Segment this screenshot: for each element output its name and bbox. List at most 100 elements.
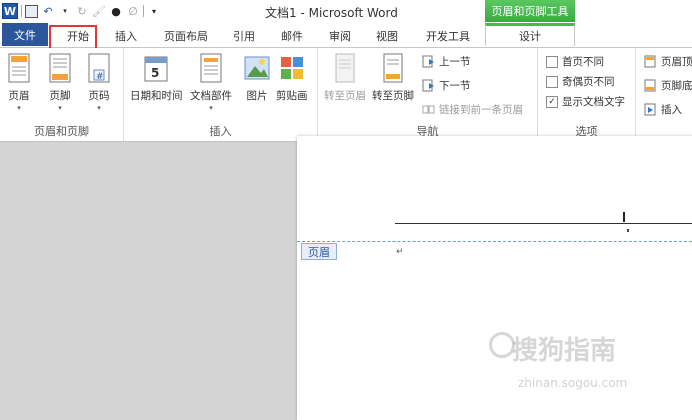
- group-header-footer: 页眉 ▾ 页脚 ▾ # 页码 ▾ 页眉和页脚: [0, 48, 124, 141]
- checkbox-box[interactable]: [546, 55, 558, 68]
- ink-icon[interactable]: ∅: [126, 4, 140, 18]
- ribbon: 页眉 ▾ 页脚 ▾ # 页码 ▾ 页眉和页脚 5 日期和时间 文档部件 ▾ 图片…: [0, 48, 692, 142]
- quickparts-button[interactable]: 文档部件 ▾: [190, 52, 232, 112]
- odd-even-checkbox[interactable]: 奇偶页不同: [546, 74, 615, 89]
- redo-icon[interactable]: ↻: [75, 4, 89, 18]
- goto-footer-button[interactable]: 转至页脚: [372, 52, 414, 103]
- next-section-icon: [422, 79, 435, 92]
- customize-qat-icon[interactable]: ▾: [147, 4, 161, 18]
- page-number-label: 页码: [88, 90, 110, 102]
- link-previous-label: 链接到前一条页眉: [439, 104, 523, 116]
- tab-references[interactable]: 引用: [228, 25, 260, 46]
- clipart-label: 剪贴画: [276, 90, 308, 102]
- group-label: 页眉和页脚: [34, 125, 89, 138]
- different-first-page-label: 首页不同: [562, 56, 604, 68]
- goto-header-button[interactable]: 转至页眉: [324, 52, 366, 103]
- tab-insert[interactable]: 插入: [108, 25, 144, 46]
- checkbox-checked[interactable]: ✓: [546, 95, 558, 108]
- clipart-button[interactable]: 剪贴画: [276, 52, 308, 103]
- group-insert: 5 日期和时间 文档部件 ▾ 图片 剪贴画 插入: [124, 48, 318, 141]
- page-number-button[interactable]: # 页码 ▾: [86, 52, 112, 112]
- checkbox-box[interactable]: [546, 75, 558, 88]
- header-button[interactable]: 页眉 ▾: [6, 52, 32, 112]
- divider: [21, 5, 22, 17]
- calendar-icon: 5: [143, 52, 169, 84]
- text-cursor: [623, 212, 625, 222]
- save-icon[interactable]: [25, 4, 38, 18]
- picture-label: 图片: [246, 90, 268, 102]
- insert-alignment-label: 插入: [661, 104, 682, 116]
- next-section-label: 下一节: [439, 80, 471, 92]
- chevron-down-icon: ▾: [209, 104, 213, 112]
- show-document-text-checkbox[interactable]: ✓ 显示文档文字: [546, 94, 625, 109]
- odd-even-label: 奇偶页不同: [562, 76, 615, 88]
- svg-text:#: #: [96, 72, 104, 82]
- picture-icon: [244, 52, 270, 84]
- header-label: 页眉: [8, 90, 30, 102]
- insert-alignment-button[interactable]: 插入: [644, 102, 682, 117]
- quick-access-toolbar: W ↶ ▾ ↻ 🖌 ● ∅ ▾: [2, 3, 161, 19]
- prev-section-label: 上一节: [439, 56, 471, 68]
- context-tab-title: 页眉和页脚工具: [485, 0, 575, 22]
- header-tag: 页眉: [301, 243, 337, 260]
- color-picker-icon[interactable]: ●: [109, 4, 123, 18]
- prev-section-icon: [422, 55, 435, 68]
- different-first-page-checkbox[interactable]: 首页不同: [546, 54, 604, 69]
- quickparts-icon: [198, 52, 224, 84]
- footer-button[interactable]: 页脚 ▾: [47, 52, 73, 112]
- group-position: 页眉顶 页脚底 插入: [636, 48, 692, 141]
- link-previous-button[interactable]: 链接到前一条页眉: [422, 102, 523, 117]
- show-document-text-label: 显示文档文字: [562, 96, 625, 108]
- tab-file[interactable]: 文件: [2, 23, 48, 46]
- page-number-icon: #: [86, 52, 112, 84]
- header-rule: [395, 223, 692, 224]
- goto-footer-label: 转至页脚: [372, 90, 414, 102]
- datetime-label: 日期和时间: [130, 90, 183, 102]
- format-mark: [627, 229, 629, 232]
- header-top-icon: [644, 55, 657, 68]
- ribbon-tabs: 文件 开始 插入 页面布局 引用 邮件 审阅 视图 开发工具 设计: [0, 23, 692, 48]
- chevron-down-icon: ▾: [17, 104, 21, 112]
- footer-icon: [47, 52, 73, 84]
- footer-bottom-button[interactable]: 页脚底: [644, 78, 692, 93]
- document-page[interactable]: [297, 136, 692, 420]
- tab-developer[interactable]: 开发工具: [420, 25, 476, 46]
- chevron-down-icon: ▾: [58, 104, 62, 112]
- word-logo-icon[interactable]: W: [2, 3, 18, 19]
- prev-section-button[interactable]: 上一节: [422, 54, 471, 69]
- tab-mailings[interactable]: 邮件: [276, 25, 308, 46]
- next-section-button[interactable]: 下一节: [422, 78, 471, 93]
- group-label: 插入: [209, 125, 232, 138]
- header-icon: [6, 52, 32, 84]
- header-top-button[interactable]: 页眉顶: [644, 54, 692, 69]
- goto-header-label: 转至页眉: [324, 90, 366, 102]
- header-top-label: 页眉顶: [661, 56, 692, 68]
- tab-design[interactable]: 设计: [485, 23, 575, 46]
- clipart-icon: [279, 52, 305, 84]
- header-boundary: [297, 241, 692, 242]
- title-bar: W ↶ ▾ ↻ 🖌 ● ∅ ▾ 文档1 - Microsoft Word 页眉和…: [0, 0, 692, 23]
- footer-label: 页脚: [49, 90, 71, 102]
- undo-icon[interactable]: ↶: [41, 4, 55, 18]
- tab-page-layout[interactable]: 页面布局: [158, 25, 214, 46]
- picture-button[interactable]: 图片: [244, 52, 270, 103]
- chevron-down-icon: ▾: [97, 104, 101, 112]
- tab-review[interactable]: 审阅: [324, 25, 356, 46]
- divider: [143, 5, 144, 17]
- paragraph-mark: ↵: [396, 247, 404, 257]
- footer-bottom-label: 页脚底: [661, 80, 692, 92]
- datetime-button[interactable]: 5 日期和时间: [130, 52, 183, 103]
- insert-tab-icon: [644, 103, 657, 116]
- footer-bottom-icon: [644, 79, 657, 92]
- goto-header-icon: [332, 52, 358, 84]
- window-title: 文档1 - Microsoft Word: [265, 6, 398, 20]
- undo-dropdown-icon[interactable]: ▾: [58, 4, 72, 18]
- format-painter-icon[interactable]: 🖌: [92, 4, 106, 18]
- watermark-text: 搜狗指南: [512, 336, 617, 366]
- link-icon: [422, 103, 435, 116]
- goto-footer-icon: [380, 52, 406, 84]
- svg-text:5: 5: [151, 66, 159, 80]
- tab-view[interactable]: 视图: [371, 25, 403, 46]
- group-options: 首页不同 奇偶页不同 ✓ 显示文档文字 选项: [538, 48, 636, 141]
- group-navigation: 转至页眉 转至页脚 上一节 下一节 链接到前一条页眉 导航: [318, 48, 538, 141]
